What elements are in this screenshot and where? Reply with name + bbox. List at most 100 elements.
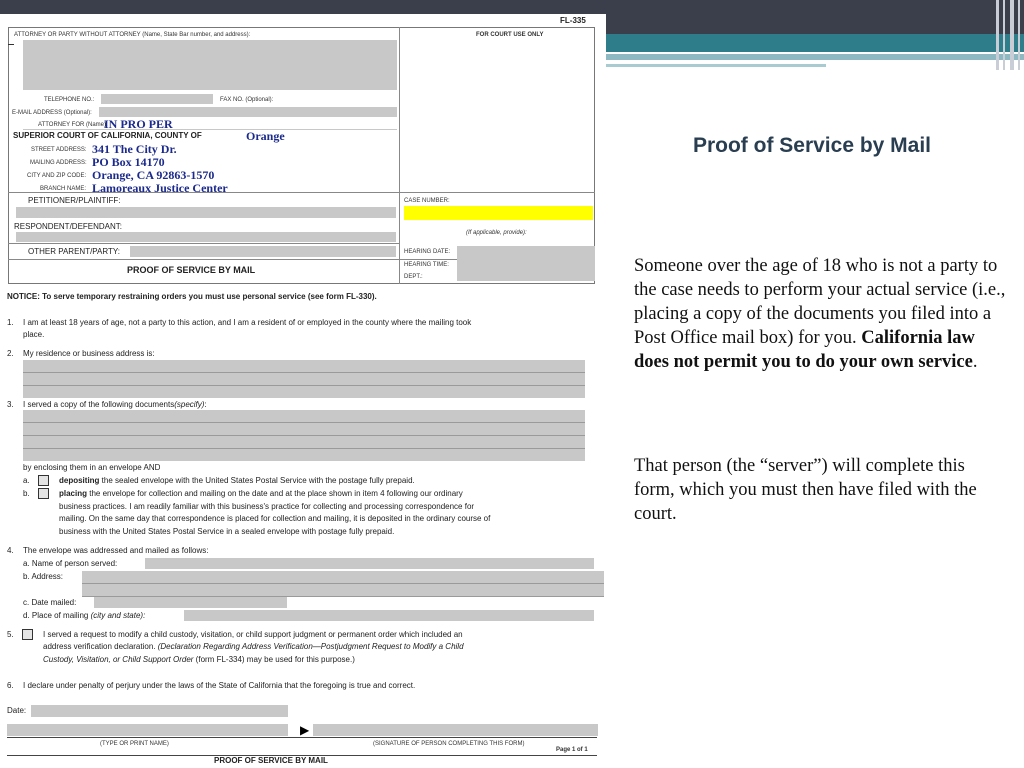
item4d-italic: (city and state):	[90, 611, 146, 620]
other-party-label: OTHER PARENT/PARTY:	[28, 247, 121, 256]
street-value: 341 The City Dr.	[92, 142, 177, 156]
form-id: FL-335	[560, 16, 586, 25]
branch-value: Lamoreaux Justice Center	[92, 181, 228, 195]
item5-checkbox[interactable]	[22, 629, 33, 640]
item2-number: 2.	[7, 349, 14, 358]
signature-arrow-icon: ▶	[300, 723, 310, 737]
signature-line	[7, 737, 597, 738]
item4a-label: a. Name of person served:	[23, 559, 118, 568]
slide-accent-band	[606, 34, 1024, 52]
print-name-field[interactable]	[7, 724, 288, 736]
slide-paragraph-1-end: .	[972, 352, 978, 372]
option-b-rest: the envelope for collection and mailing …	[87, 489, 463, 498]
attorney-field[interactable]	[23, 40, 397, 90]
street-label: STREET ADDRESS:	[31, 147, 87, 153]
place-mailing-field[interactable]	[184, 610, 594, 621]
county-value: Orange	[246, 129, 285, 143]
documents-field[interactable]	[23, 410, 585, 461]
item5-text-3b: (form FL-334) may be used for this purpo…	[193, 655, 355, 664]
date-label: Date:	[7, 706, 27, 715]
dept-label: DEPT.:	[404, 274, 423, 280]
item5-text-2: address verification declaration. (Decla…	[43, 643, 464, 651]
hearing-time-label: HEARING TIME:	[404, 262, 449, 268]
option-b-bold: placing	[59, 489, 88, 498]
notice: NOTICE: To serve temporary restraining o…	[7, 292, 377, 301]
option-b-text: placing the envelope for collection and …	[59, 490, 463, 498]
option-a-bold: depositing	[59, 476, 100, 485]
type-name-caption: (TYPE OR PRINT NAME)	[100, 741, 169, 747]
divider	[8, 44, 14, 45]
option-b-letter: b.	[23, 489, 30, 498]
if-applicable-label: (If applicable, provide):	[466, 230, 527, 236]
city-label: CITY AND ZIP CODE:	[27, 173, 87, 179]
page-number: Page 1 of 1	[556, 747, 588, 753]
mailing-label: MAILING ADDRESS:	[30, 160, 87, 166]
item4d-label: d. Place of mailing (city and state):	[23, 612, 145, 620]
court-label: SUPERIOR COURT OF CALIFORNIA, COUNTY OF	[13, 131, 202, 140]
item5-text-3: Custody, Visitation, or Child Support Or…	[43, 656, 355, 664]
item1-number: 1.	[7, 318, 14, 327]
option-b-text-3: mailing. On the same day that correspond…	[59, 514, 491, 523]
item4c-label: c. Date mailed:	[23, 598, 77, 607]
item5-text-2a: address verification declaration.	[43, 642, 158, 651]
mailing-value: PO Box 14170	[92, 155, 165, 169]
other-party-field[interactable]	[130, 246, 396, 257]
email-field[interactable]	[99, 107, 397, 117]
option-b-checkbox[interactable]	[38, 488, 49, 499]
telephone-field[interactable]	[101, 94, 213, 104]
divider	[8, 243, 400, 244]
served-address-field[interactable]	[82, 571, 604, 597]
item5-text: I served a request to modify a child cus…	[43, 630, 463, 639]
slide-paragraph-2: That person (the “server”) will complete…	[634, 456, 977, 524]
item6-number: 6.	[7, 681, 14, 690]
item3-text-main: I served a copy of the following documen…	[23, 400, 175, 409]
item3-specify: (specify)	[174, 400, 205, 409]
item1-text-cont: place.	[23, 330, 45, 339]
item4b-label: b. Address:	[23, 572, 64, 581]
respondent-field[interactable]	[16, 232, 396, 242]
signature-field[interactable]	[313, 724, 598, 736]
slide-paragraph-1: Someone over the age of 18 who is not a …	[634, 254, 1006, 374]
item2-text: My residence or business address is:	[23, 349, 155, 358]
attorney-for-label: ATTORNEY FOR (Name):	[38, 122, 108, 128]
hearing-field[interactable]	[457, 246, 595, 281]
date-mailed-field[interactable]	[94, 597, 287, 608]
footer-title: PROOF OF SERVICE BY MAIL	[214, 756, 328, 765]
case-number-field[interactable]	[404, 206, 593, 220]
item1-text: I am at least 18 years of age, not a par…	[23, 318, 472, 327]
email-label: E-MAIL ADDRESS (Optional):	[12, 110, 92, 116]
item3-number: 3.	[7, 400, 14, 409]
fax-label: FAX NO. (Optional):	[220, 97, 274, 103]
item4d-text: d. Place of mailing	[23, 611, 89, 620]
option-a-checkbox[interactable]	[38, 475, 49, 486]
item3-colon: :	[204, 400, 207, 409]
divider	[399, 27, 400, 284]
telephone-label: TELEPHONE NO.:	[44, 97, 95, 103]
form-title: PROOF OF SERVICE BY MAIL	[127, 265, 256, 275]
signature-caption: (SIGNATURE OF PERSON COMPLETING THIS FOR…	[373, 741, 525, 747]
underline	[23, 129, 397, 130]
petitioner-label: PETITIONER/PLAINTIFF:	[28, 196, 121, 205]
slide-accent-line	[606, 64, 826, 67]
date-field[interactable]	[31, 705, 288, 717]
respondent-label: RESPONDENT/DEFENDANT:	[14, 222, 123, 231]
option-a-text: depositing the sealed envelope with the …	[59, 477, 415, 485]
case-number-label: CASE NUMBER:	[404, 198, 450, 204]
decor-stripe	[1018, 0, 1020, 70]
address-field[interactable]	[23, 360, 585, 398]
court-use-label: FOR COURT USE ONLY	[476, 32, 544, 38]
item6-text: I declare under penalty of perjury under…	[23, 681, 416, 690]
attorney-label: ATTORNEY OR PARTY WITHOUT ATTORNEY (Name…	[14, 32, 251, 38]
item4-text: The envelope was addressed and mailed as…	[23, 546, 209, 555]
option-a-letter: a.	[23, 476, 30, 485]
item5-text-3a: Custody, Visitation, or Child Support Or…	[43, 655, 194, 664]
petitioner-field[interactable]	[16, 207, 396, 218]
form-image: FL-335 ATTORNEY OR PARTY WITHOUT ATTORNE…	[0, 14, 606, 768]
decor-stripe	[1010, 0, 1014, 70]
item5-number: 5.	[7, 630, 14, 639]
option-a-rest: the sealed envelope with the United Stat…	[99, 476, 415, 485]
slide-title: Proof of Service by Mail	[692, 134, 932, 157]
item3-text: I served a copy of the following documen…	[23, 401, 207, 409]
item5-text-2b: (Declaration Regarding Address Verificat…	[157, 642, 464, 651]
name-served-field[interactable]	[145, 558, 594, 569]
